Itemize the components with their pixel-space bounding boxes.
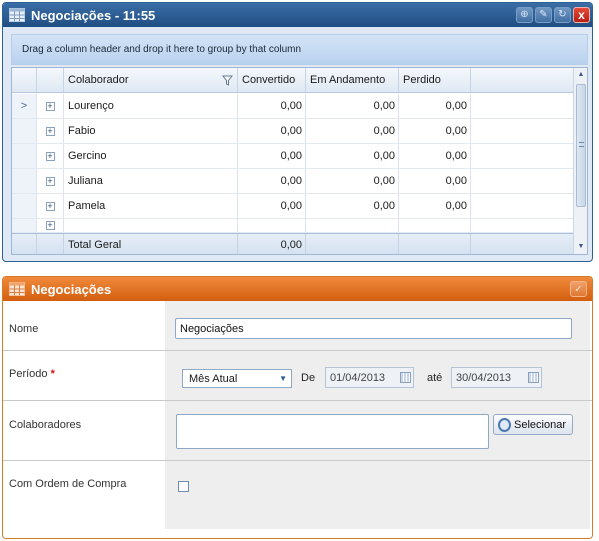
table-row-partial[interactable]: + bbox=[12, 219, 574, 233]
column-header-perdido[interactable]: Perdido bbox=[399, 68, 471, 92]
total-label: Total Geral bbox=[64, 234, 238, 254]
cell-perdido: 0,00 bbox=[399, 119, 471, 143]
form-row-ordem-compra: Com Ordem de Compra bbox=[3, 461, 592, 538]
chevron-down-icon: ▼ bbox=[279, 374, 287, 383]
form-row-colaboradores: Colaboradores Selecionar bbox=[3, 401, 592, 461]
calendar-icon[interactable] bbox=[528, 372, 539, 383]
date-to-field[interactable]: 30/04/2013 bbox=[451, 367, 542, 388]
nome-input[interactable]: Negociações bbox=[175, 318, 572, 339]
cell-convertido: 0,00 bbox=[238, 194, 306, 218]
nome-label: Nome bbox=[9, 323, 39, 335]
required-mark: * bbox=[50, 368, 55, 380]
table-row[interactable]: + Fabio 0,00 0,00 0,00 bbox=[12, 119, 574, 144]
expand-icon[interactable]: + bbox=[45, 221, 55, 230]
cell-colaborador: Juliana bbox=[64, 169, 238, 193]
filter-form: Nome Negociações Período * Mês Atual ▼ D… bbox=[3, 301, 592, 538]
date-from-field[interactable]: 01/04/2013 bbox=[325, 367, 414, 388]
cell-convertido: 0,00 bbox=[238, 119, 306, 143]
search-icon bbox=[498, 417, 512, 432]
grid-vertical-scrollbar[interactable]: ▲ ▼ bbox=[573, 68, 587, 254]
ordem-compra-checkbox[interactable] bbox=[178, 481, 189, 492]
column-header-convertido[interactable]: Convertido bbox=[238, 68, 306, 92]
expand-icon[interactable]: + bbox=[45, 151, 55, 161]
group-hint-text: Drag a column header and drop it here to… bbox=[22, 44, 302, 55]
indicator-header bbox=[12, 68, 37, 92]
total-convertido: 0,00 bbox=[238, 234, 306, 254]
scroll-up-icon[interactable]: ▲ bbox=[575, 68, 587, 82]
selecionar-button[interactable]: Selecionar bbox=[493, 414, 573, 435]
cell-convertido: 0,00 bbox=[238, 144, 306, 168]
filter-icon[interactable] bbox=[222, 75, 233, 86]
cell-convertido: 0,00 bbox=[238, 94, 306, 118]
ate-label: até bbox=[427, 372, 443, 384]
cell-em-andamento: 0,00 bbox=[306, 169, 399, 193]
cell-perdido: 0,00 bbox=[399, 144, 471, 168]
grid-header: Colaborador Convertido Em Andamento Perd… bbox=[12, 68, 574, 93]
expand-icon[interactable]: + bbox=[45, 101, 55, 111]
grid-window-title: Negociações - 11:55 bbox=[31, 7, 156, 23]
expand-icon[interactable]: + bbox=[45, 201, 55, 211]
ordem-compra-label: Com Ordem de Compra bbox=[9, 478, 127, 490]
column-header-colaborador[interactable]: Colaborador bbox=[64, 68, 238, 92]
colaboradores-label: Colaboradores bbox=[9, 419, 82, 431]
de-label: De bbox=[301, 372, 316, 384]
expand-icon[interactable]: + bbox=[45, 176, 55, 186]
row-indicator-icon: > bbox=[12, 94, 37, 118]
empty-header bbox=[471, 68, 574, 92]
negociacoes-grid-window: Negociações - 11:55 ⊕ ✎ ↻ x Drag a colum… bbox=[2, 2, 593, 262]
table-row[interactable]: + Juliana 0,00 0,00 0,00 bbox=[12, 169, 574, 194]
periodo-label: Período * bbox=[9, 368, 55, 380]
calendar-icon[interactable] bbox=[400, 372, 411, 383]
cell-em-andamento: 0,00 bbox=[306, 119, 399, 143]
close-icon[interactable]: x bbox=[573, 7, 590, 23]
form-window-titlebar[interactable]: Negociações bbox=[3, 277, 592, 301]
cell-perdido: 0,00 bbox=[399, 194, 471, 218]
scroll-down-icon[interactable]: ▼ bbox=[575, 240, 587, 254]
group-by-panel[interactable]: Drag a column header and drop it here to… bbox=[11, 34, 588, 65]
grid-footer-total: Total Geral 0,00 bbox=[12, 233, 574, 254]
expand-header bbox=[37, 68, 64, 92]
periodo-select[interactable]: Mês Atual ▼ bbox=[182, 369, 292, 388]
cell-colaborador: Pamela bbox=[64, 194, 238, 218]
cell-em-andamento: 0,00 bbox=[306, 144, 399, 168]
add-icon[interactable]: ⊕ bbox=[516, 7, 533, 23]
negociacoes-grid: Colaborador Convertido Em Andamento Perd… bbox=[11, 67, 588, 255]
cell-em-andamento: 0,00 bbox=[306, 94, 399, 118]
refresh-icon[interactable]: ↻ bbox=[554, 7, 571, 23]
form-row-periodo: Período * Mês Atual ▼ De 01/04/2013 até … bbox=[3, 351, 592, 401]
cell-colaborador: Fabio bbox=[64, 119, 238, 143]
cell-perdido: 0,00 bbox=[399, 94, 471, 118]
colaboradores-input[interactable] bbox=[176, 414, 489, 449]
cell-em-andamento: 0,00 bbox=[306, 194, 399, 218]
scroll-thumb[interactable] bbox=[576, 84, 586, 207]
expand-icon[interactable]: + bbox=[45, 126, 55, 136]
cell-colaborador: Gercino bbox=[64, 144, 238, 168]
table-row[interactable]: + Gercino 0,00 0,00 0,00 bbox=[12, 144, 574, 169]
table-row[interactable]: > + Lourenço 0,00 0,00 0,00 bbox=[12, 94, 574, 119]
table-row[interactable]: + Pamela 0,00 0,00 0,00 bbox=[12, 194, 574, 219]
window-buttons: ⊕ ✎ ↻ x bbox=[516, 7, 590, 23]
cell-perdido: 0,00 bbox=[399, 169, 471, 193]
cell-convertido: 0,00 bbox=[238, 169, 306, 193]
grid-icon bbox=[9, 282, 25, 296]
form-window-title: Negociações bbox=[31, 281, 112, 297]
column-header-em-andamento[interactable]: Em Andamento bbox=[306, 68, 399, 92]
edit-icon[interactable]: ✎ bbox=[535, 7, 552, 23]
grid-window-titlebar[interactable]: Negociações - 11:55 bbox=[3, 3, 592, 27]
cell-colaborador: Lourenço bbox=[64, 94, 238, 118]
form-row-nome: Nome Negociações bbox=[3, 301, 592, 351]
check-icon[interactable]: ✓ bbox=[570, 281, 587, 297]
grid-icon bbox=[9, 8, 25, 22]
negociacoes-form-window: Negociações ✓ Nome Negociações Período *… bbox=[2, 276, 593, 539]
